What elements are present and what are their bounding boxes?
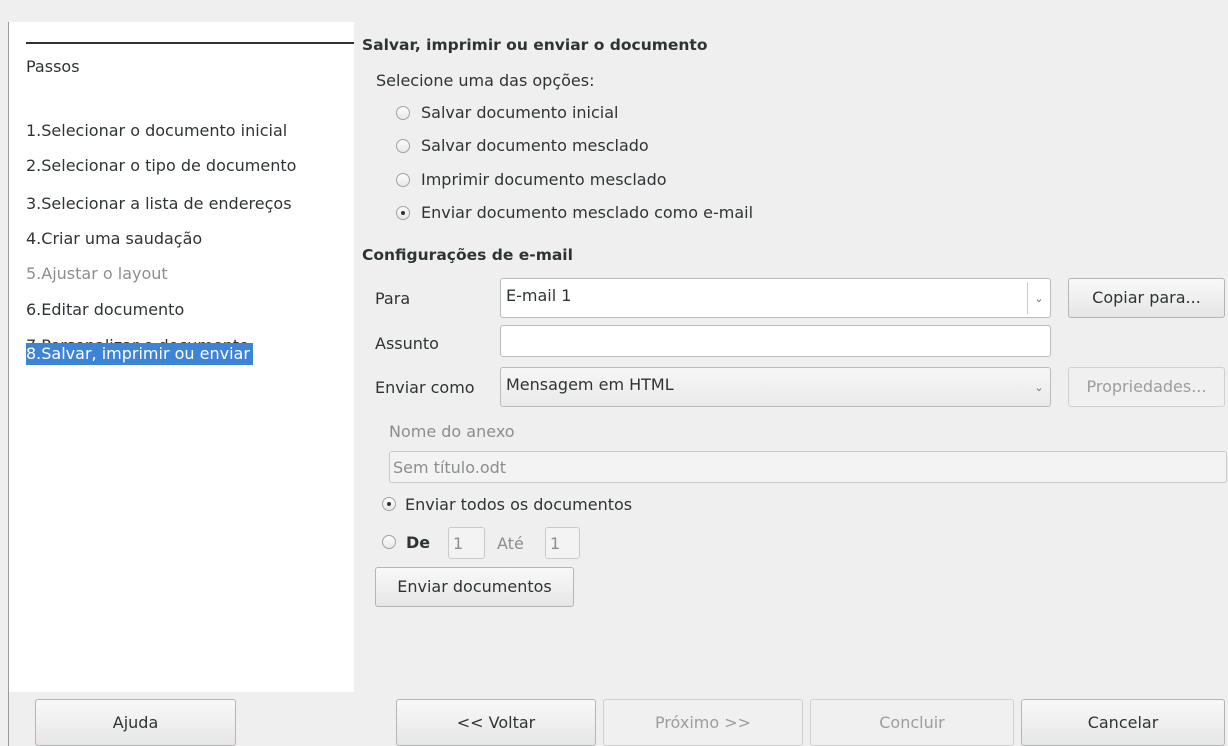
finish-button: Concluir [810,699,1014,746]
option-save-merged[interactable]: Salvar documento mesclado [396,136,776,159]
to-spin-input: 1 [545,527,580,559]
option-print-merged[interactable]: Imprimir documento mesclado [396,170,776,193]
step-item-1[interactable]: 1.Selecionar o documento inicial [26,121,287,140]
section-heading: Salvar, imprimir ou enviar o documento [362,36,708,54]
radio-icon[interactable] [382,535,396,549]
step-item-4[interactable]: 4.Criar uma saudação [26,229,202,248]
send-as-label: Enviar como [375,378,475,397]
attachment-label: Nome do anexo [389,422,515,441]
send-as-combobox[interactable]: Mensagem em HTML ⌄ [500,367,1051,407]
step-item-2[interactable]: 2.Selecionar o tipo de documento [26,156,296,175]
from-spin-input: 1 [448,527,485,559]
chevron-down-icon[interactable]: ⌄ [1028,279,1050,317]
options-prompt: Selecione uma das opções: [376,71,595,90]
to-combobox[interactable]: E-mail 1 ⌄ [500,278,1051,318]
steps-divider [26,42,354,44]
properties-button: Propriedades... [1068,367,1225,407]
to-range-label: Até [497,534,524,553]
cancel-button[interactable]: Cancelar [1021,699,1225,746]
to-label: Para [375,289,411,308]
radio-icon[interactable] [396,139,410,153]
next-button: Próximo >> [603,699,803,746]
option-send-all[interactable]: Enviar todos os documentos [382,494,682,516]
help-button[interactable]: Ajuda [35,699,236,746]
step-item-6[interactable]: 6.Editar documento [26,300,184,319]
option-send-email[interactable]: Enviar documento mesclado como e-mail [396,203,816,226]
copy-to-button[interactable]: Copiar para... [1068,278,1225,318]
step-item-5: 5.Ajustar o layout [26,264,168,283]
step-item-3[interactable]: 3.Selecionar a lista de endereços [26,194,292,213]
option-save-initial[interactable]: Salvar documento inicial [396,103,776,126]
back-button[interactable]: << Voltar [396,699,596,746]
send-documents-button[interactable]: Enviar documentos [375,567,574,607]
subject-label: Assunto [375,334,439,353]
step-item-8-selected[interactable]: 8.Salvar, imprimir ou enviar [26,343,253,365]
radio-icon-checked[interactable] [396,206,410,220]
attachment-name-input: Sem título.odt [389,451,1227,483]
steps-title: Passos [26,57,80,76]
email-settings-heading: Configurações de e-mail [362,246,573,264]
radio-icon-checked[interactable] [382,497,396,511]
subject-input[interactable] [500,325,1051,357]
radio-icon[interactable] [396,106,410,120]
radio-icon[interactable] [396,173,410,187]
chevron-down-icon[interactable]: ⌄ [1028,368,1050,406]
